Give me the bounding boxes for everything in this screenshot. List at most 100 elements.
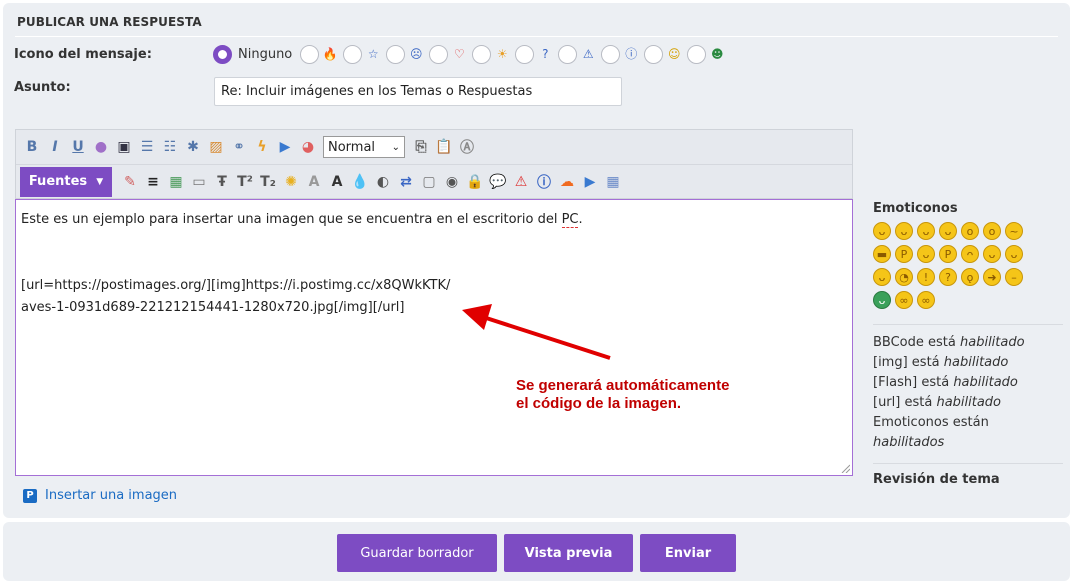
fonts-dropdown-button[interactable]: Fuentes ▼ — [20, 166, 112, 197]
grid-icon[interactable]: ▦ — [603, 172, 623, 192]
image-icon[interactable]: ▨ — [206, 137, 226, 157]
underline-icon[interactable]: U — [68, 137, 88, 157]
font-size-select[interactable]: Normal ⌄ — [323, 136, 405, 158]
subject-label: Asunto: — [14, 80, 71, 95]
spoiler-icon[interactable]: ▭ — [189, 172, 209, 192]
link-icon[interactable]: ⚭ — [229, 137, 249, 157]
icon-radio-grin[interactable] — [687, 44, 707, 64]
video-icon[interactable]: ▶ — [580, 172, 600, 192]
exclaim-icon[interactable]: ! — [917, 268, 935, 286]
alert-icon[interactable]: ⚠ — [511, 172, 531, 192]
paste-icon[interactable]: 📋 — [434, 137, 454, 157]
icon-radio-info[interactable] — [601, 44, 621, 64]
green-grin-icon[interactable]: ᴗ — [873, 291, 891, 309]
emoticons-heading: Emoticonos — [873, 201, 958, 216]
box-icon[interactable]: ▢ — [419, 172, 439, 192]
insert-image-link[interactable]: P Insertar una imagen — [23, 488, 177, 503]
highlight-icon[interactable]: ✎ — [120, 172, 140, 192]
soundcloud-icon[interactable]: ☁ — [557, 172, 577, 192]
drop-icon[interactable]: 💧 — [350, 172, 370, 192]
icon-radio-none[interactable] — [213, 44, 232, 64]
eek-smiley-icon[interactable]: o — [983, 222, 1001, 240]
color-picker-icon[interactable]: ◕ — [298, 137, 318, 157]
bullet-list-icon[interactable]: ☰ — [137, 137, 157, 157]
icon-radio-fire[interactable] — [300, 44, 320, 64]
numbered-list-icon[interactable]: ☷ — [160, 137, 180, 157]
evil-smiley-icon[interactable]: ᴗ — [983, 245, 1001, 263]
sun-icon: ☀ — [496, 47, 508, 61]
fonts-button-label: Fuentes — [28, 174, 88, 189]
question-icon[interactable]: ? — [939, 268, 957, 286]
icon-radio-star[interactable] — [343, 44, 363, 64]
font-icon[interactable]: A — [327, 172, 347, 192]
contrast-icon[interactable]: ◐ — [373, 172, 393, 192]
save-draft-button[interactable]: Guardar borrador — [337, 534, 497, 572]
annotation-line-1: Se generará automáticamente — [516, 377, 730, 394]
icon-radio-sad[interactable] — [386, 44, 406, 64]
table-icon[interactable]: ▦ — [166, 172, 186, 192]
paste-text-icon[interactable]: Ⓐ — [457, 137, 477, 157]
bold-icon[interactable]: B — [22, 137, 42, 157]
chevron-down-icon: ⌄ — [391, 141, 400, 153]
cry-smiley-icon[interactable]: ᴖ — [961, 245, 979, 263]
confused-smiley-icon[interactable]: ~ — [1005, 222, 1023, 240]
italic-icon[interactable]: I — [45, 137, 65, 157]
laugh-smiley-icon[interactable]: ᴗ — [873, 222, 891, 240]
neutral-smiley-icon[interactable]: – — [1005, 268, 1023, 286]
eye-icon[interactable]: ◉ — [442, 172, 462, 192]
razz-smiley-icon[interactable]: P — [939, 245, 957, 263]
editor-line-3: aves-1-0931d689-221212154441-1280x720.jp… — [21, 300, 405, 315]
list-item-icon[interactable]: ✱ — [183, 137, 203, 157]
quote-icon[interactable]: ● — [91, 137, 111, 157]
devil-smiley-icon[interactable]: ᴗ — [873, 268, 891, 286]
glow-icon[interactable]: ✺ — [281, 172, 301, 192]
ugeek-smiley-icon[interactable]: ∞ — [917, 291, 935, 309]
preview-button[interactable]: Vista previa — [504, 534, 633, 572]
submit-button[interactable]: Enviar — [640, 534, 736, 572]
twisted-smiley-icon[interactable]: ᴗ — [1005, 245, 1023, 263]
code-icon[interactable]: ▣ — [114, 137, 134, 157]
align-center-icon[interactable]: ≡ — [143, 172, 163, 192]
cool-smiley-icon[interactable]: ▬ — [873, 245, 891, 263]
icon-radio-question[interactable] — [515, 44, 535, 64]
caret-down-icon: ▼ — [96, 176, 104, 187]
editor-blank-line — [21, 231, 847, 253]
strikethrough-icon[interactable]: Ŧ — [212, 172, 232, 192]
lock-icon[interactable]: 🔒 — [465, 172, 485, 192]
wink-smiley-icon[interactable]: ᴗ — [917, 222, 935, 240]
editor-blank-line — [21, 253, 847, 275]
shadow-icon[interactable]: A — [304, 172, 324, 192]
postimages-icon: P — [23, 488, 37, 503]
surprised-smiley-icon[interactable]: o — [961, 222, 979, 240]
mad-smiley-icon[interactable]: ᴗ — [917, 245, 935, 263]
subscript-icon[interactable]: T₂ — [258, 172, 278, 192]
media-icon[interactable]: ▶ — [275, 137, 295, 157]
superscript-icon[interactable]: T² — [235, 172, 255, 192]
geek-smiley-icon[interactable]: ∞ — [895, 291, 913, 309]
swap-icon[interactable]: ⇄ — [396, 172, 416, 192]
icon-radio-wink[interactable] — [644, 44, 664, 64]
grin-smiley-icon[interactable]: ᴗ — [895, 222, 913, 240]
star-icon: ☆ — [367, 47, 379, 61]
smile-smiley-icon[interactable]: ᴗ — [939, 222, 957, 240]
subject-input[interactable]: Re: Incluir imágenes en los Temas o Resp… — [214, 77, 622, 106]
url-status-state: habilitado — [936, 395, 1002, 410]
annotation-text: Se generará automáticamente el código de… — [516, 377, 729, 413]
idea-icon[interactable]: ǫ — [961, 268, 979, 286]
copy-icon[interactable]: ⎘ — [411, 137, 431, 157]
flash-status: [Flash] está habilitado — [873, 373, 1063, 393]
icon-radio-sun[interactable] — [472, 44, 492, 64]
tongue-smiley-icon[interactable]: P — [895, 245, 913, 263]
arrow-icon[interactable]: ➜ — [983, 268, 1001, 286]
info-box-icon[interactable]: ⓘ — [534, 172, 554, 192]
icon-radio-heart[interactable] — [429, 44, 449, 64]
icon-radio-warning[interactable] — [558, 44, 578, 64]
resize-handle-icon[interactable] — [840, 463, 850, 473]
comment-icon[interactable]: 💬 — [488, 172, 508, 192]
topic-review-heading[interactable]: Revisión de tema — [873, 472, 1063, 487]
message-textarea[interactable]: Este es un ejemplo para insertar una ima… — [15, 199, 853, 476]
flash-icon[interactable]: ϟ — [252, 137, 272, 157]
info-icon: ⓘ — [625, 47, 638, 61]
annotation-line-2: el código de la imagen. — [516, 395, 682, 412]
rolleyes-smiley-icon[interactable]: ◔ — [895, 268, 913, 286]
